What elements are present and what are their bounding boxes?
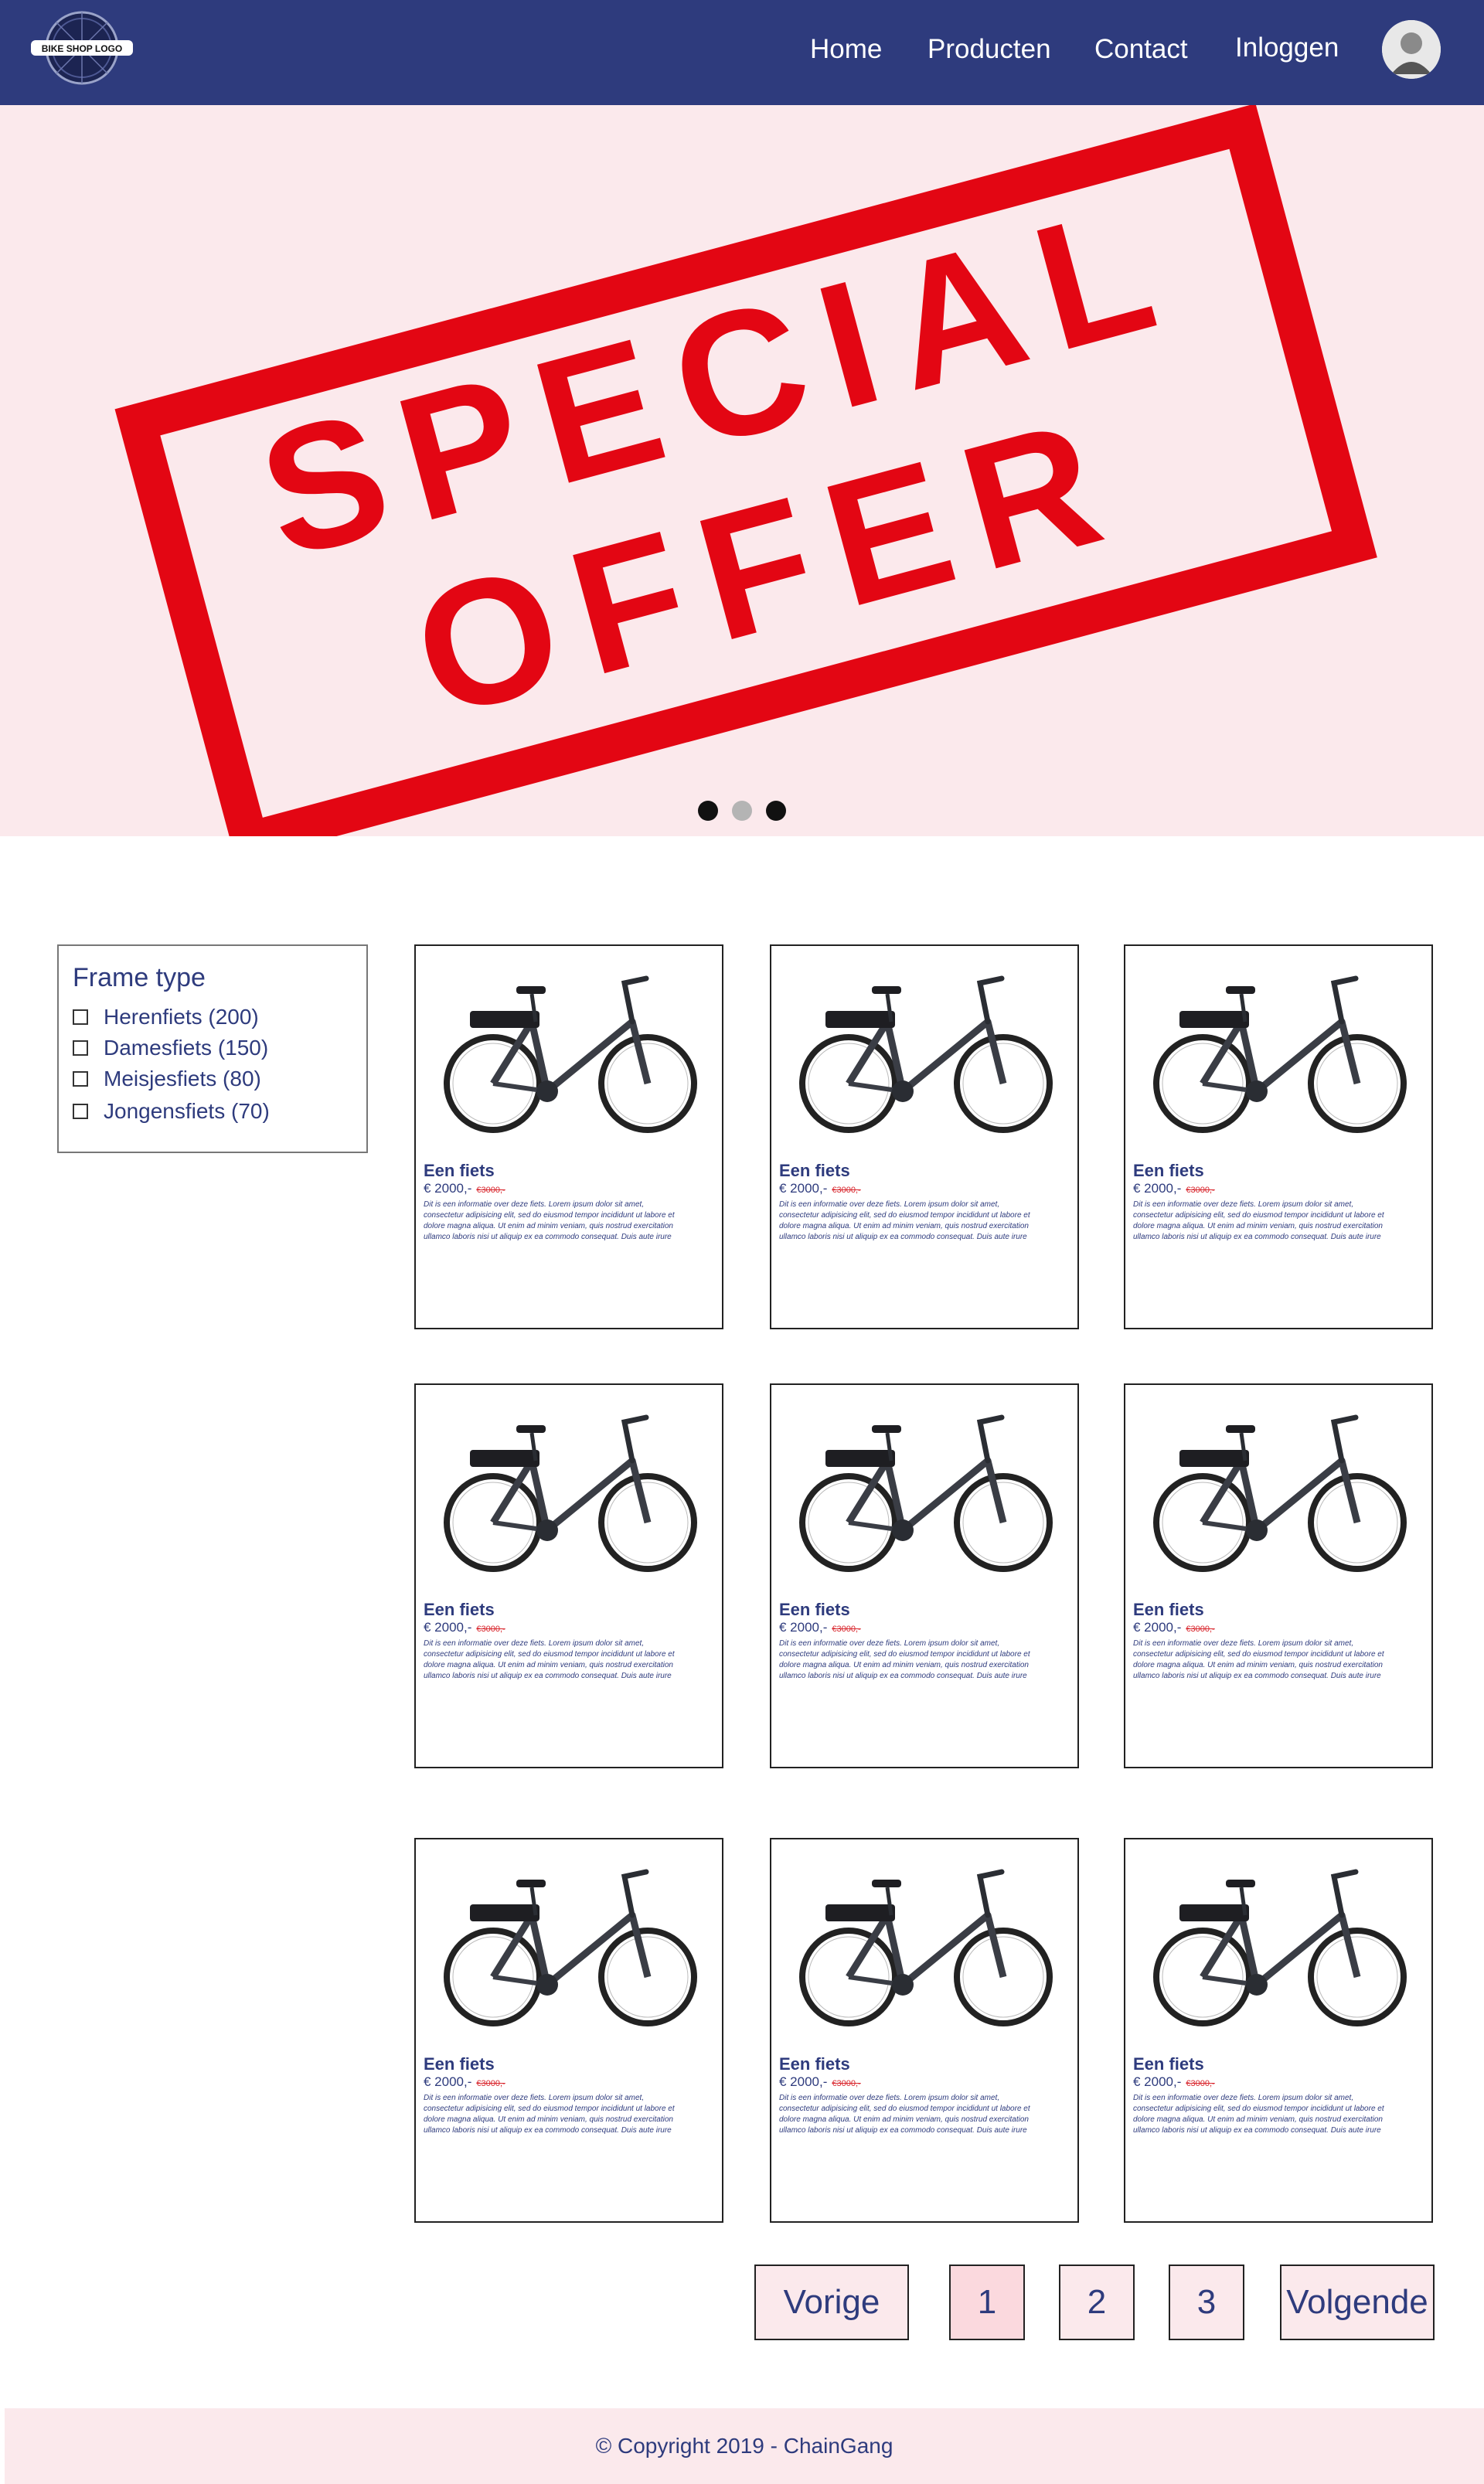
product-price-row: € 2000,- €3000,- (1133, 2074, 1215, 2090)
product-description: Dit is een informatie over deze fiets. L… (424, 2094, 675, 2135)
product-name: Een fiets (424, 1161, 495, 1180)
product-card[interactable]: Een fiets € 2000,- €3000,- Dit is een infor… (770, 1838, 1079, 2223)
special-offer-stamp: SPECIAL OFFER (114, 105, 1377, 836)
carousel-dot-3[interactable] (766, 801, 786, 821)
product-price-row: € 2000,- €3000,- (424, 1181, 505, 1196)
product-name: Een fiets (779, 1161, 850, 1180)
product-description: Dit is een informatie over deze fiets. L… (1133, 2094, 1384, 2135)
product-price-row: € 2000,- €3000,- (779, 1620, 861, 1635)
bike-image (444, 1869, 697, 2026)
product-price: € 2000,- (779, 1620, 828, 1635)
product-card[interactable]: Een fiets € 2000,- €3000,- Dit is een infor… (1124, 944, 1433, 1329)
product-card[interactable]: Een fiets € 2000,- €3000,- Dit is een infor… (414, 944, 723, 1329)
nav-login-link[interactable]: Inloggen (1235, 31, 1339, 65)
product-price-row: € 2000,- €3000,- (1133, 1620, 1215, 1635)
product-name: Een fiets (1133, 2054, 1204, 2074)
wheel-logo-icon: BIKE SHOP LOGO (31, 11, 133, 85)
product-card[interactable]: Een fiets € 2000,- €3000,- Dit is een infor… (414, 1383, 723, 1768)
product-description: Dit is een informatie over deze fiets. L… (779, 1200, 1030, 1241)
product-old-price: €3000,- (832, 1186, 861, 1195)
product-description: Dit is een informatie over deze fiets. L… (424, 1639, 675, 1680)
bike-image (444, 975, 697, 1133)
page-2-button[interactable]: 2 (1059, 2265, 1135, 2340)
nav-home-link[interactable]: Home (810, 32, 882, 66)
product-price-row: € 2000,- €3000,- (779, 2074, 861, 2090)
nav-products-link[interactable]: Producten (928, 32, 1051, 66)
nav-contact-link[interactable]: Contact (1094, 32, 1188, 66)
product-old-price: €3000,- (476, 2079, 505, 2088)
product-description: Dit is een informatie over deze fiets. L… (779, 1639, 1030, 1680)
product-old-price: €3000,- (1186, 1186, 1215, 1195)
product-price: € 2000,- (779, 2074, 828, 2089)
product-card[interactable]: Een fiets € 2000,- €3000,- Dit is een infor… (770, 1383, 1079, 1768)
bike-image (1153, 1414, 1407, 1572)
product-price: € 2000,- (779, 1181, 828, 1196)
user-avatar[interactable] (1382, 20, 1441, 79)
product-name: Een fiets (424, 2054, 495, 2074)
carousel-dot-1[interactable] (698, 801, 718, 821)
bike-image (799, 975, 1053, 1133)
product-price: € 2000,- (424, 2074, 472, 2089)
product-price: € 2000,- (424, 1620, 472, 1635)
filter-title: Frame type (73, 963, 206, 992)
frame-type-filter: Frame type Herenfiets (200) Damesfiets (… (57, 944, 368, 1153)
product-description: Dit is een informatie over deze fiets. L… (1133, 1200, 1384, 1241)
logo-text: BIKE SHOP LOGO (42, 43, 122, 54)
product-price: € 2000,- (424, 1181, 472, 1196)
copyright-text: © Copyright 2019 - ChainGang (595, 2434, 893, 2458)
product-price-row: € 2000,- €3000,- (424, 1620, 505, 1635)
product-old-price: €3000,- (476, 1625, 505, 1634)
product-old-price: €3000,- (832, 2079, 861, 2088)
product-old-price: €3000,- (1186, 1625, 1215, 1634)
product-price: € 2000,- (1133, 2074, 1182, 2089)
product-old-price: €3000,- (1186, 2079, 1215, 2088)
product-card[interactable]: Een fiets € 2000,- €3000,- Dit is een infor… (1124, 1838, 1433, 2223)
product-card[interactable]: Een fiets € 2000,- €3000,- Dit is een infor… (414, 1838, 723, 2223)
previous-page-button[interactable]: Vorige (754, 2265, 909, 2340)
bike-image (1153, 975, 1407, 1133)
product-name: Een fiets (779, 1600, 850, 1619)
carousel-dot-2[interactable] (732, 801, 752, 821)
user-avatar-icon (1382, 20, 1441, 79)
product-price: € 2000,- (1133, 1181, 1182, 1196)
filter-option-meisjesfiets[interactable]: Meisjesfiets (80) (73, 1065, 261, 1093)
bike-shop-logo[interactable]: BIKE SHOP LOGO (28, 9, 136, 87)
product-name: Een fiets (779, 2054, 850, 2074)
checkbox[interactable] (73, 1071, 88, 1087)
bike-image (799, 1869, 1053, 2026)
product-card[interactable]: Een fiets € 2000,- €3000,- Dit is een infor… (1124, 1383, 1433, 1768)
hero-banner: SPECIAL OFFER (0, 105, 1484, 836)
navbar: BIKE SHOP LOGO Home Producten Contact In… (0, 0, 1484, 105)
product-name: Een fiets (1133, 1161, 1204, 1180)
filter-option-jongensfiets[interactable]: Jongensfiets (70) (73, 1097, 270, 1125)
product-price-row: € 2000,- €3000,- (1133, 1181, 1215, 1196)
product-description: Dit is een informatie over deze fiets. L… (1133, 1639, 1384, 1680)
bike-image (1153, 1869, 1407, 2026)
product-name: Een fiets (1133, 1600, 1204, 1619)
product-old-price: €3000,- (832, 1625, 861, 1634)
filter-option-damesfiets[interactable]: Damesfiets (150) (73, 1034, 268, 1062)
bike-image (444, 1414, 697, 1572)
carousel-dots (0, 801, 1484, 822)
product-description: Dit is een informatie over deze fiets. L… (779, 2094, 1030, 2135)
product-price: € 2000,- (1133, 1620, 1182, 1635)
product-card[interactable]: Een fiets € 2000,- €3000,- Dit is een infor… (770, 944, 1079, 1329)
product-price-row: € 2000,- €3000,- (779, 1181, 861, 1196)
next-page-button[interactable]: Volgende (1280, 2265, 1435, 2340)
filter-option-herenfiets[interactable]: Herenfiets (200) (73, 1003, 259, 1031)
page-1-button[interactable]: 1 (949, 2265, 1025, 2340)
footer: © Copyright 2019 - ChainGang (5, 2408, 1484, 2484)
product-description: Dit is een informatie over deze fiets. L… (424, 1200, 675, 1241)
product-name: Een fiets (424, 1600, 495, 1619)
product-price-row: € 2000,- €3000,- (424, 2074, 505, 2090)
checkbox[interactable] (73, 1009, 88, 1025)
page-3-button[interactable]: 3 (1169, 2265, 1244, 2340)
checkbox[interactable] (73, 1104, 88, 1119)
checkbox[interactable] (73, 1040, 88, 1056)
bike-image (799, 1414, 1053, 1572)
product-old-price: €3000,- (476, 1186, 505, 1195)
